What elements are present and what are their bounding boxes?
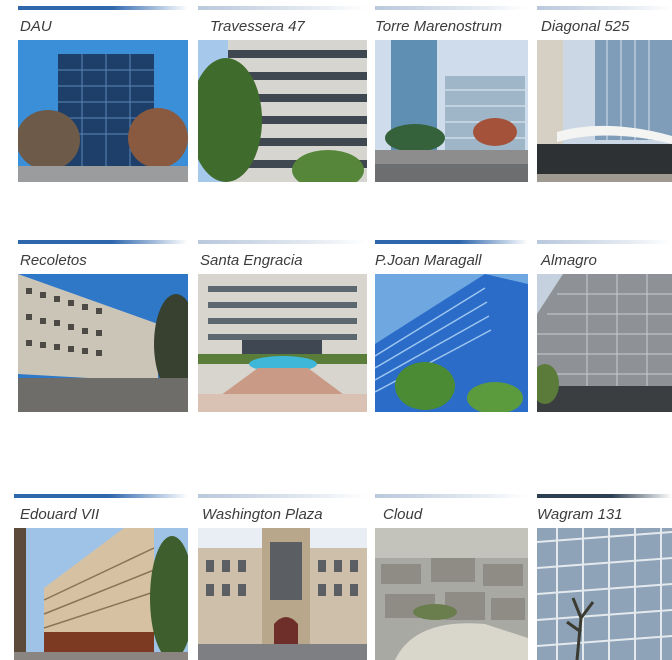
building-name: P.Joan Maragall	[375, 252, 482, 269]
building-name: Wagram 131	[537, 506, 623, 523]
building-card-recoletos[interactable]: Recoletos	[18, 240, 188, 412]
card-accent-bar	[198, 494, 367, 498]
building-card-travessera-47[interactable]: Travessera 47	[198, 6, 367, 182]
building-card-diagonal-525[interactable]: Diagonal 525	[537, 6, 672, 182]
building-photo[interactable]	[537, 528, 672, 660]
building-name: Recoletos	[20, 252, 87, 269]
building-name: Diagonal 525	[541, 18, 630, 35]
building-photo[interactable]	[537, 40, 672, 182]
building-card-santa-engracia[interactable]: Santa Engracia	[198, 240, 367, 412]
building-name: Almagro	[541, 252, 597, 269]
building-name: Cloud	[383, 506, 423, 523]
card-accent-bar	[537, 494, 672, 498]
card-accent-bar	[18, 240, 188, 244]
building-photo[interactable]	[375, 40, 528, 182]
building-card-wagram-131[interactable]: Wagram 131	[537, 494, 672, 660]
building-photo[interactable]	[198, 528, 367, 660]
building-card-washington-plaza[interactable]: Washington Plaza	[198, 494, 367, 660]
building-photo[interactable]	[14, 528, 188, 660]
building-photo[interactable]	[198, 40, 367, 182]
building-name: DAU	[20, 18, 52, 35]
building-photo[interactable]	[537, 274, 672, 412]
card-accent-bar	[198, 6, 367, 10]
card-accent-bar	[18, 6, 188, 10]
building-card-almagro[interactable]: Almagro	[537, 240, 672, 412]
card-accent-bar	[375, 494, 528, 498]
card-accent-bar	[537, 6, 672, 10]
building-card-edouard-vii[interactable]: Edouard VII	[14, 494, 188, 660]
card-accent-bar	[198, 240, 367, 244]
card-accent-bar	[537, 240, 672, 244]
card-accent-bar	[375, 240, 528, 244]
building-card-cloud[interactable]: Cloud	[375, 494, 528, 660]
building-card-torre-marenostrum[interactable]: Torre Marenostrum	[375, 6, 528, 182]
building-photo[interactable]	[18, 40, 188, 182]
building-name: Torre Marenostrum	[375, 18, 502, 35]
building-photo[interactable]	[198, 274, 367, 412]
building-card-p-joan-maragall[interactable]: P.Joan Maragall	[375, 240, 528, 412]
building-name: Travessera 47	[210, 18, 305, 35]
building-name: Washington Plaza	[202, 506, 323, 523]
building-photo[interactable]	[18, 274, 188, 412]
building-photo[interactable]	[375, 528, 528, 660]
building-photo[interactable]	[375, 274, 528, 412]
card-accent-bar	[375, 6, 528, 10]
card-accent-bar	[14, 494, 188, 498]
building-name: Edouard VII	[20, 506, 100, 523]
building-name: Santa Engracia	[200, 252, 303, 269]
building-card-dau[interactable]: DAU	[18, 6, 188, 182]
